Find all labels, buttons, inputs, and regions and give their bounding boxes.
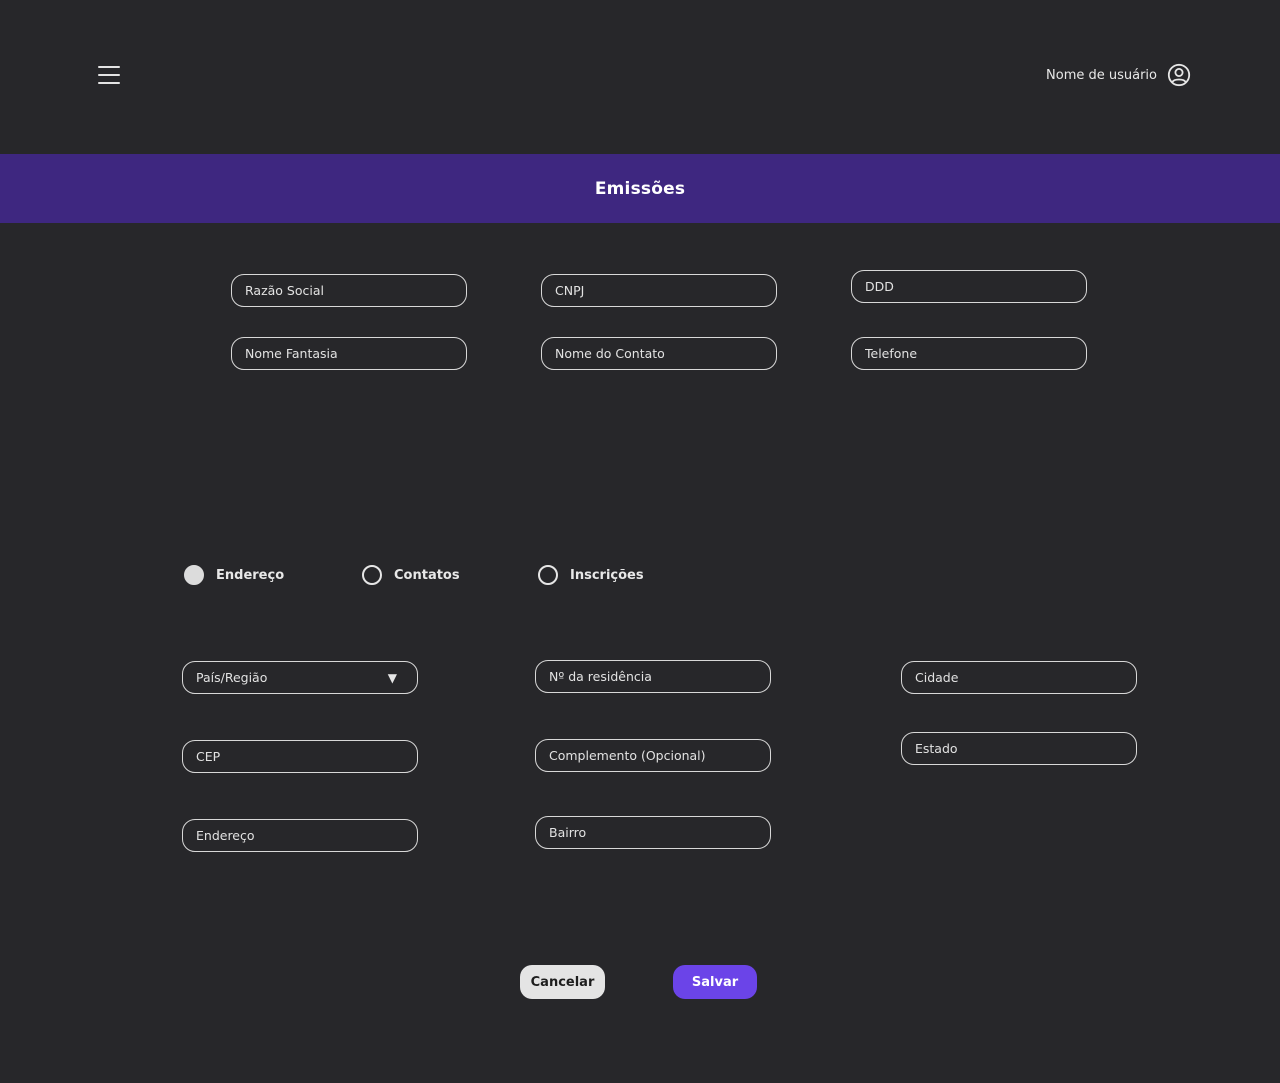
cnpj-field[interactable]	[541, 274, 777, 307]
pais-regiao-select[interactable]: País/Região ▼	[182, 661, 418, 694]
caret-down-icon: ▼	[387, 670, 397, 685]
user-circle-icon[interactable]	[1167, 63, 1191, 87]
tab-contatos-label: Contatos	[394, 567, 460, 583]
radio-unchecked-icon	[362, 565, 382, 585]
page: Nome de usuário Emissões Endereço Contat…	[0, 0, 1280, 1083]
tab-endereco[interactable]: Endereço	[184, 565, 284, 585]
user-menu[interactable]: Nome de usuário	[1046, 62, 1191, 88]
page-title: Emissões	[594, 178, 686, 199]
tab-contatos[interactable]: Contatos	[362, 565, 460, 585]
numero-residencia-field[interactable]	[535, 660, 771, 693]
cancel-button[interactable]: Cancelar	[520, 965, 605, 999]
hamburger-menu-icon[interactable]	[98, 64, 122, 86]
tab-inscricoes[interactable]: Inscrições	[538, 565, 644, 585]
cep-field[interactable]	[182, 740, 418, 773]
page-banner: Emissões	[0, 154, 1280, 223]
tab-inscricoes-label: Inscrições	[570, 567, 644, 583]
tab-endereco-label: Endereço	[216, 567, 285, 583]
endereco-field[interactable]	[182, 819, 418, 852]
bairro-field[interactable]	[535, 816, 771, 849]
cidade-field[interactable]	[901, 661, 1137, 694]
razao-social-field[interactable]	[231, 274, 467, 307]
complemento-field[interactable]	[535, 739, 771, 772]
radio-unchecked-icon	[538, 565, 558, 585]
radio-checked-icon	[184, 565, 204, 585]
nome-fantasia-field[interactable]	[231, 337, 467, 370]
estado-field[interactable]	[901, 732, 1137, 765]
telefone-field[interactable]	[851, 337, 1087, 370]
nome-contato-field[interactable]	[541, 337, 777, 370]
save-button[interactable]: Salvar	[673, 965, 757, 999]
username-label: Nome de usuário	[1046, 67, 1157, 83]
ddd-field[interactable]	[851, 270, 1087, 303]
pais-regiao-label: País/Região	[196, 670, 268, 685]
